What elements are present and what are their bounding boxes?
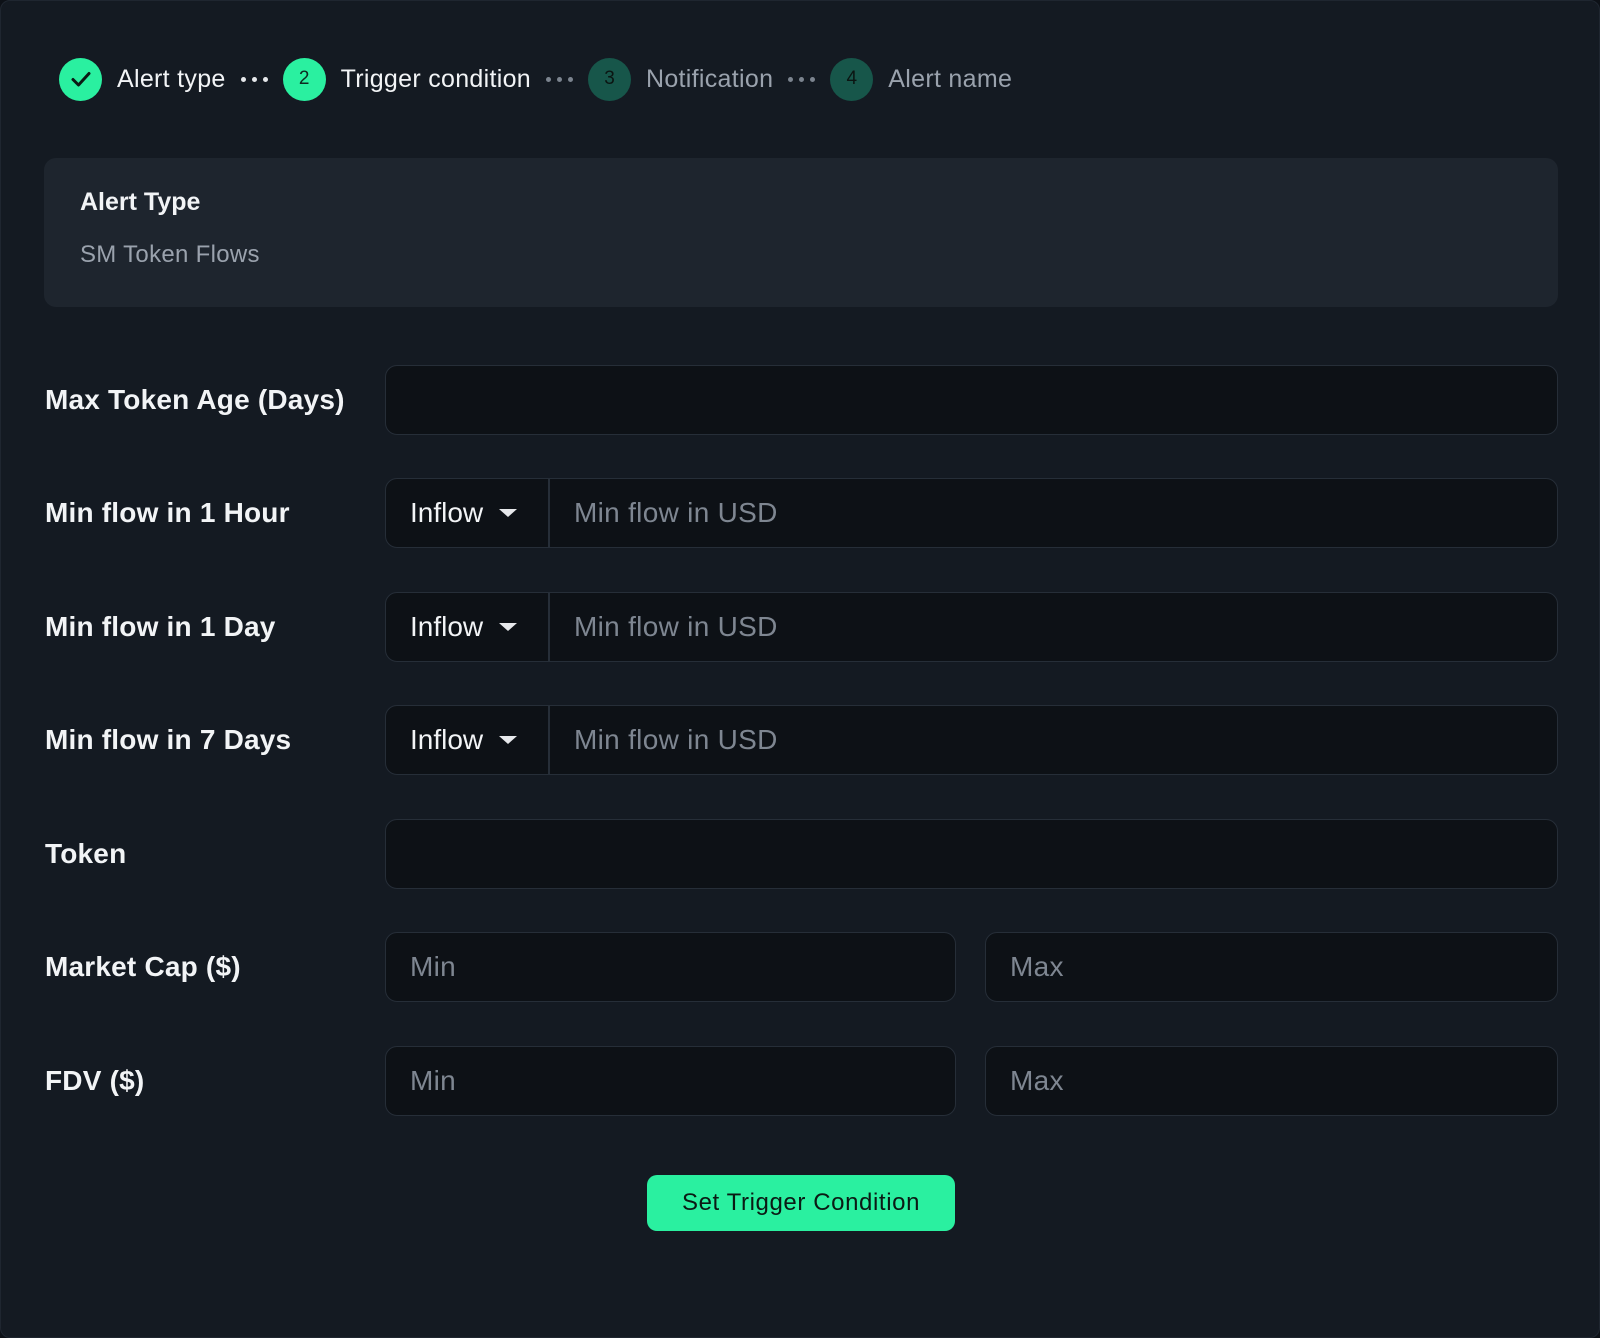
summary-value: SM Token Flows — [80, 241, 260, 268]
step-number-3: 3 — [588, 57, 631, 101]
alert-type-summary: Alert Type SM Token Flows — [44, 158, 1558, 307]
fdv-min-input[interactable]: Min — [385, 1046, 956, 1116]
flow-1d-field: Inflow Min flow in USD — [385, 592, 1558, 662]
row-fdv: FDV ($) Min Max — [45, 1046, 1558, 1116]
step-alert-type[interactable]: Alert type — [59, 57, 226, 101]
label-max-token-age: Max Token Age (Days) — [45, 384, 345, 415]
check-icon — [59, 57, 102, 101]
row-token: Token — [45, 819, 1558, 889]
step-label-trigger-condition: Trigger condition — [340, 64, 531, 93]
flow-7d-direction-value: Inflow — [410, 724, 484, 755]
step-label-alert-type: Alert type — [117, 64, 226, 93]
step-connector-3 — [788, 76, 816, 82]
chevron-down-icon — [499, 623, 518, 631]
label-token: Token — [45, 838, 127, 869]
label-fdv: FDV ($) — [45, 1065, 145, 1096]
chevron-down-icon — [499, 509, 518, 517]
market-cap-min-input[interactable]: Min — [385, 932, 956, 1002]
flow-1d-direction-select[interactable]: Inflow — [386, 593, 550, 661]
token-input[interactable] — [385, 819, 1558, 889]
set-trigger-condition-button[interactable]: Set Trigger Condition — [647, 1175, 955, 1231]
flow-7d-field: Inflow Min flow in USD — [385, 705, 1558, 775]
step-label-alert-name: Alert name — [888, 64, 1013, 93]
label-flow-7d: Min flow in 7 Days — [45, 724, 292, 755]
row-market-cap: Market Cap ($) Min Max — [45, 932, 1558, 1002]
row-max-token-age: Max Token Age (Days) — [45, 365, 1558, 435]
step-number-4: 4 — [830, 57, 874, 101]
label-market-cap: Market Cap ($) — [45, 951, 241, 982]
step-connector-1 — [240, 76, 268, 82]
flow-1h-amount-input[interactable]: Min flow in USD — [550, 497, 778, 529]
flow-1h-direction-value: Inflow — [410, 497, 484, 528]
alert-setup-panel: Alert type 2 Trigger condition 3 Notific… — [0, 0, 1600, 1338]
step-notification[interactable]: 3 Notification — [588, 57, 774, 101]
flow-1h-field: Inflow Min flow in USD — [385, 478, 1558, 548]
stepper: Alert type 2 Trigger condition 3 Notific… — [59, 57, 1012, 101]
summary-title: Alert Type — [80, 188, 201, 216]
flow-7d-direction-select[interactable]: Inflow — [386, 706, 550, 774]
row-flow-1d: Min flow in 1 Day Inflow Min flow in USD — [45, 592, 1558, 662]
flow-1d-amount-input[interactable]: Min flow in USD — [550, 611, 778, 643]
step-alert-name[interactable]: 4 Alert name — [830, 57, 1013, 101]
fdv-max-placeholder: Max — [1010, 1065, 1064, 1096]
step-connector-2 — [546, 76, 573, 82]
row-flow-7d: Min flow in 7 Days Inflow Min flow in US… — [45, 705, 1558, 775]
step-label-notification: Notification — [646, 64, 774, 93]
max-token-age-input[interactable] — [385, 365, 1558, 435]
fdv-max-input[interactable]: Max — [985, 1046, 1558, 1116]
chevron-down-icon — [499, 736, 518, 744]
flow-1d-direction-value: Inflow — [410, 611, 484, 642]
flow-1h-direction-select[interactable]: Inflow — [386, 479, 550, 547]
fdv-min-placeholder: Min — [410, 1065, 457, 1096]
row-flow-1h: Min flow in 1 Hour Inflow Min flow in US… — [45, 478, 1558, 548]
step-trigger-condition[interactable]: 2 Trigger condition — [282, 57, 531, 101]
label-flow-1h: Min flow in 1 Hour — [45, 497, 290, 528]
label-flow-1d: Min flow in 1 Day — [45, 611, 276, 642]
step-number-2: 2 — [282, 57, 326, 101]
market-cap-min-placeholder: Min — [410, 951, 457, 982]
market-cap-max-placeholder: Max — [1010, 951, 1064, 982]
market-cap-max-input[interactable]: Max — [985, 932, 1558, 1002]
flow-7d-amount-input[interactable]: Min flow in USD — [550, 724, 778, 756]
